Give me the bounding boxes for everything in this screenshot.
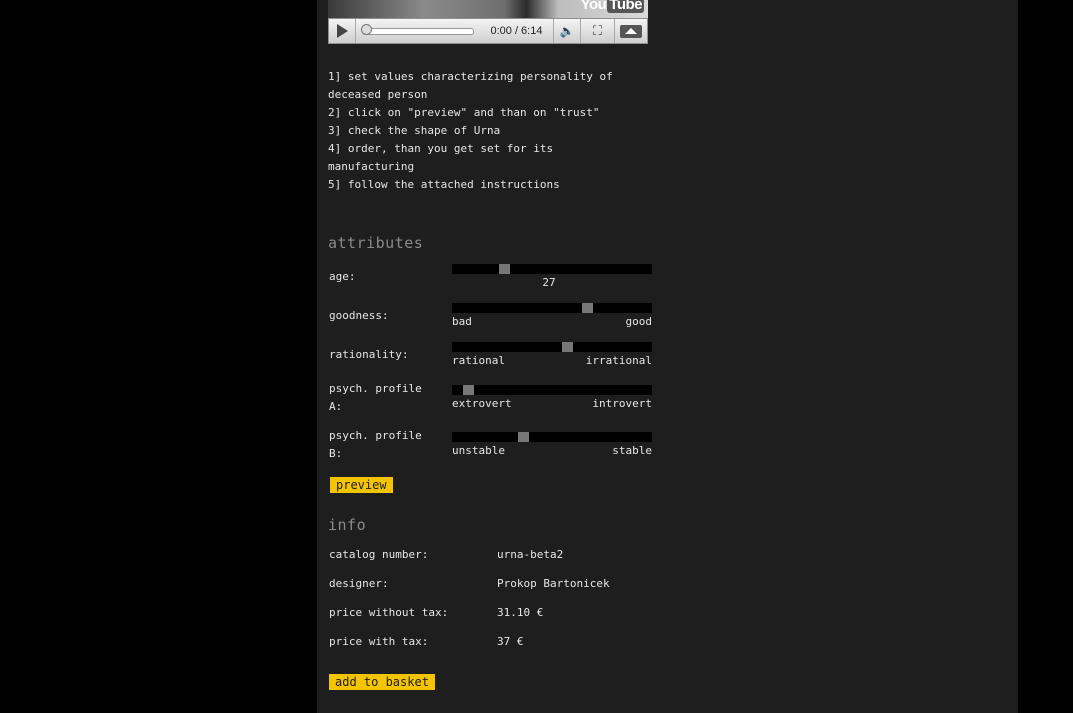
psych-profile-b-min-label: unstable (452, 444, 505, 457)
play-icon (336, 24, 348, 38)
price-without-tax-value: 31.10 € (497, 606, 544, 619)
instruction-line: manufacturing (328, 160, 415, 173)
instructions: 1] set values characterizing personality… (328, 68, 668, 194)
goodness-min-label: bad (452, 315, 472, 328)
add-to-basket-button[interactable]: add to basket (329, 674, 435, 690)
rationality-slider-thumb[interactable] (562, 342, 573, 352)
instruction-line: 5] follow the attached instructions (328, 178, 560, 191)
rationality-min-label: rational (452, 354, 505, 367)
goodness-slider-thumb[interactable] (582, 303, 593, 313)
psych-profile-a-max-label: introvert (592, 397, 652, 410)
age-slider[interactable] (452, 264, 652, 274)
catalog-number-value: urna-beta2 (497, 548, 564, 561)
video-frame[interactable]: You Tube (328, 0, 648, 18)
rationality-max-label: irrational (585, 354, 652, 367)
instruction-line: 2] click on "preview" and than on "trust… (328, 106, 600, 119)
price-without-tax-label: price without tax: (329, 606, 449, 619)
attributes-heading: attributes (328, 234, 424, 252)
rationality-label: rationality: (329, 348, 409, 361)
goodness-label: goodness: (329, 309, 389, 322)
goodness-slider[interactable] (452, 303, 652, 313)
menu-button[interactable] (615, 19, 647, 43)
fullscreen-button[interactable]: ⛶ (581, 19, 615, 43)
age-slider-thumb[interactable] (499, 264, 510, 274)
psych-profile-a-slider[interactable] (452, 385, 652, 395)
volume-button[interactable]: 🔈 (554, 19, 582, 43)
designer-label: designer: (329, 577, 389, 590)
video-controls: 0:00 / 6:14 🔈 ⛶ (328, 18, 648, 44)
video-time: 0:00 / 6:14 (480, 19, 554, 43)
psych-profile-b-max-label: stable (612, 444, 652, 457)
rationality-slider[interactable] (452, 342, 652, 352)
psych-profile-a-label: psych. profile A: (329, 382, 422, 413)
youtube-logo[interactable]: You Tube (581, 0, 644, 13)
video-progress-bar[interactable] (361, 19, 480, 43)
catalog-number-label: catalog number: (329, 548, 429, 561)
play-button[interactable] (329, 19, 357, 43)
content-panel: You Tube 0:00 / 6:14 🔈 ⛶ 1] set values ch… (317, 0, 1018, 713)
psych-profile-a-min-label: extrovert (452, 397, 512, 410)
instruction-line: 1] set values characterizing personality… (328, 70, 613, 83)
psych-profile-b-slider-thumb[interactable] (518, 432, 529, 442)
goodness-max-label: good (625, 315, 653, 328)
instruction-line: 3] check the shape of Urna (328, 124, 501, 137)
instruction-line: deceased person (328, 88, 428, 101)
eject-icon (624, 28, 637, 34)
psych-profile-b-slider[interactable] (452, 432, 652, 442)
price-with-tax-value: 37 € (497, 635, 524, 648)
designer-value: Prokop Bartonicek (497, 577, 610, 590)
info-heading: info (328, 516, 367, 534)
preview-button[interactable]: preview (330, 477, 393, 493)
price-with-tax-label: price with tax: (329, 635, 429, 648)
speaker-icon: 🔈 (559, 24, 575, 38)
age-value: 27 (542, 276, 556, 289)
psych-profile-b-label: psych. profile B: (329, 429, 422, 460)
age-label: age: (329, 270, 356, 283)
psych-profile-a-slider-thumb[interactable] (463, 385, 474, 395)
fullscreen-icon: ⛶ (592, 23, 602, 38)
instruction-line: 4] order, than you get set for its (328, 142, 554, 155)
